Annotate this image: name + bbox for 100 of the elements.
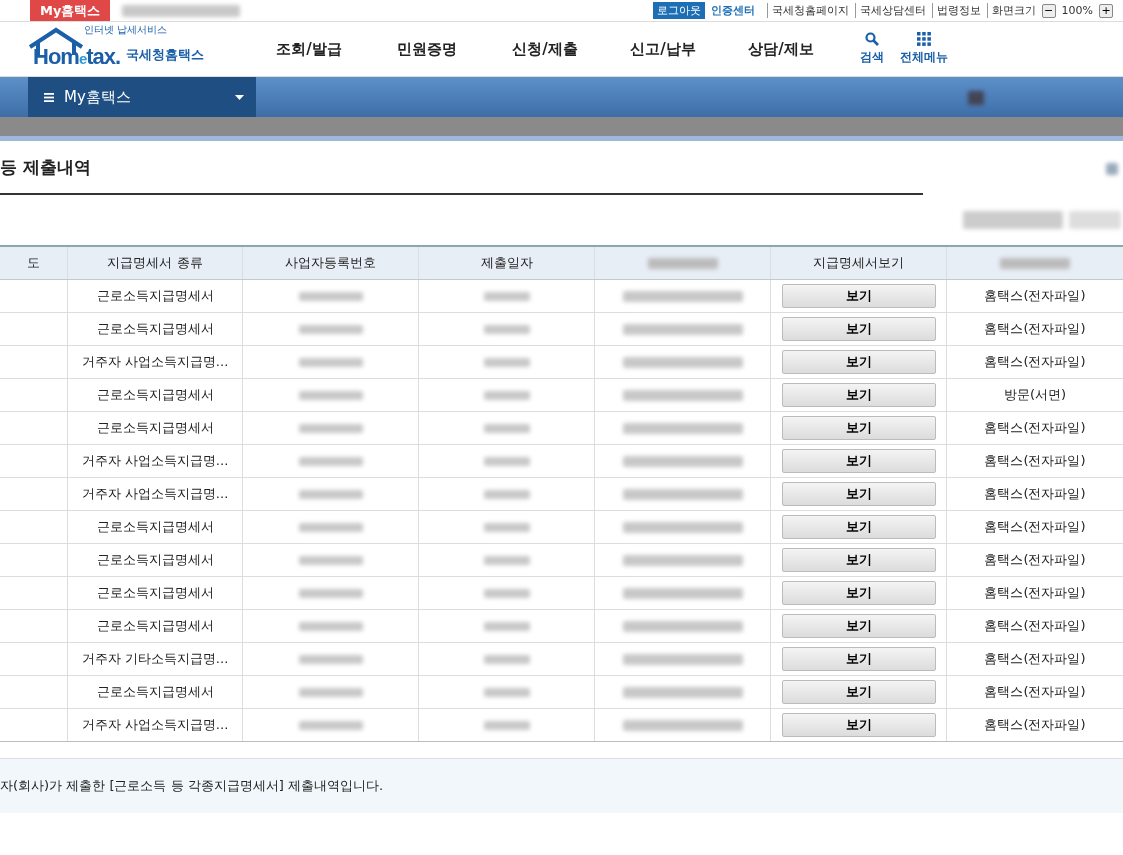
blurred-text [298,555,363,565]
blurred-text [298,291,363,301]
my-hometax-dropdown[interactable]: My홈택스 [28,77,256,117]
top-link[interactable]: 법령정보 [931,3,981,18]
table-cell: 홈택스(전자파일) [946,577,1123,609]
column-header: 도 [26,254,41,272]
blurred-icon [968,91,984,105]
table-cell: 거주자 사업소득지급명... [67,346,242,378]
view-button[interactable]: 보기 [781,515,936,539]
column-header: 제출일자 [418,247,594,279]
table-cell: 홈택스(전자파일) [946,346,1123,378]
blurred-text [483,687,530,697]
top-link[interactable]: 국세청홈페이지 [766,3,849,18]
table-cell: 거주자 사업소득지급명... [67,709,242,741]
table-cell: 홈택스(전자파일) [946,709,1123,741]
blurred-text [298,654,363,664]
view-button[interactable]: 보기 [781,614,936,638]
grid-icon [917,32,931,46]
table-cell: 홈택스(전자파일) [946,478,1123,510]
view-button[interactable]: 보기 [781,449,936,473]
search-button[interactable]: 검색 [860,32,884,66]
my-hometax-badge[interactable]: My홈택스 [30,0,111,21]
logo-tagline: 인터넷 납세서비스 [84,23,168,37]
blurred-text [298,687,363,697]
column-header: 사업자등록번호 [242,247,418,279]
cert-center-link[interactable]: 인증센터 [710,3,755,18]
zoom-label: 화면크기 [986,3,1036,18]
main-menu-item[interactable]: 신고/납부 [604,39,722,59]
view-button[interactable]: 보기 [781,647,936,671]
table-cell: 홈택스(전자파일) [946,511,1123,543]
blurred-text [298,423,363,433]
view-button[interactable]: 보기 [781,581,936,605]
all-menu-button[interactable]: 전체메뉴 [900,32,948,66]
logo-name[interactable]: 국세청홈택스 [126,46,204,64]
blurred-text [483,522,530,532]
table-cell: 근로소득지급명세서 [67,610,242,642]
menu-icon [44,92,54,102]
table-cell: 홈택스(전자파일) [946,544,1123,576]
blurred-text [483,423,530,433]
view-button[interactable]: 보기 [781,680,936,704]
table-cell: 홈택스(전자파일) [946,313,1123,345]
blurred-text [298,357,363,367]
zoom-out-button[interactable]: − [1041,3,1056,18]
view-button[interactable]: 보기 [781,548,936,572]
blurred-text [483,456,530,466]
view-button[interactable]: 보기 [781,482,936,506]
top-link[interactable]: 국세상담센터 [854,3,926,18]
view-button[interactable]: 보기 [781,416,936,440]
info-text: 자(회사)가 제출한 [근로소득 등 각종지급명세서] 제출내역입니다. [0,777,384,795]
blurred-text [298,456,363,466]
blurred-text [483,390,530,400]
blurred-text [298,588,363,598]
blurred-text [483,357,530,367]
main-menu-item[interactable]: 상담/제보 [722,39,840,59]
table-cell: 방문(서면) [946,379,1123,411]
blurred-text [298,324,363,334]
table-cell: 근로소득지급명세서 [67,412,242,444]
main-menu-item[interactable]: 신청/제출 [486,39,604,59]
zoom-in-button[interactable]: + [1099,3,1113,18]
blurred-text [298,522,363,532]
table-cell: 근로소득지급명세서 [67,379,242,411]
table-cell: 거주자 사업소득지급명... [67,445,242,477]
view-button[interactable]: 보기 [781,350,936,374]
blurred-icon [1106,163,1118,175]
search-icon [865,32,879,46]
table-cell: 근로소득지급명세서 [67,280,242,312]
table-cell: 근로소득지급명세서 [67,511,242,543]
table-cell: 근로소득지급명세서 [67,313,242,345]
blurred-text [298,390,363,400]
table-cell: 근로소득지급명세서 [67,577,242,609]
table-cell: 근로소득지급명세서 [67,544,242,576]
logout-button[interactable]: 로그아웃 [652,2,705,19]
column-header: 지급명세서 종류 [67,247,242,279]
table-cell: 홈택스(전자파일) [946,412,1123,444]
main-menu-item[interactable]: 조회/발급 [250,39,368,59]
blurred-text [298,621,363,631]
blurred-text [483,324,530,334]
view-button[interactable]: 보기 [781,317,936,341]
caret-icon [235,94,244,100]
blurred-text [483,621,530,631]
table-cell: 홈택스(전자파일) [946,676,1123,708]
blurred-text [298,720,363,730]
table-cell: 홈택스(전자파일) [946,445,1123,477]
view-button[interactable]: 보기 [781,284,936,308]
table-cell: 홈택스(전자파일) [946,280,1123,312]
blurred-text [483,489,530,499]
main-menu-item[interactable]: 민원증명 [368,39,486,59]
page-title: 등 제출내역 [0,155,91,179]
blurred-text [298,489,363,499]
zoom-value: 100% [1061,4,1093,17]
view-button[interactable]: 보기 [781,713,936,737]
table-cell: 거주자 사업소득지급명... [67,478,242,510]
table-cell: 근로소득지급명세서 [67,676,242,708]
table-cell: 홈택스(전자파일) [946,610,1123,642]
blurred-text [483,588,530,598]
blurred-text [483,720,530,730]
blurred-text [483,654,530,664]
view-button[interactable]: 보기 [781,383,936,407]
column-header: 지급명세서보기 [770,247,946,279]
blurred-text [483,555,530,565]
